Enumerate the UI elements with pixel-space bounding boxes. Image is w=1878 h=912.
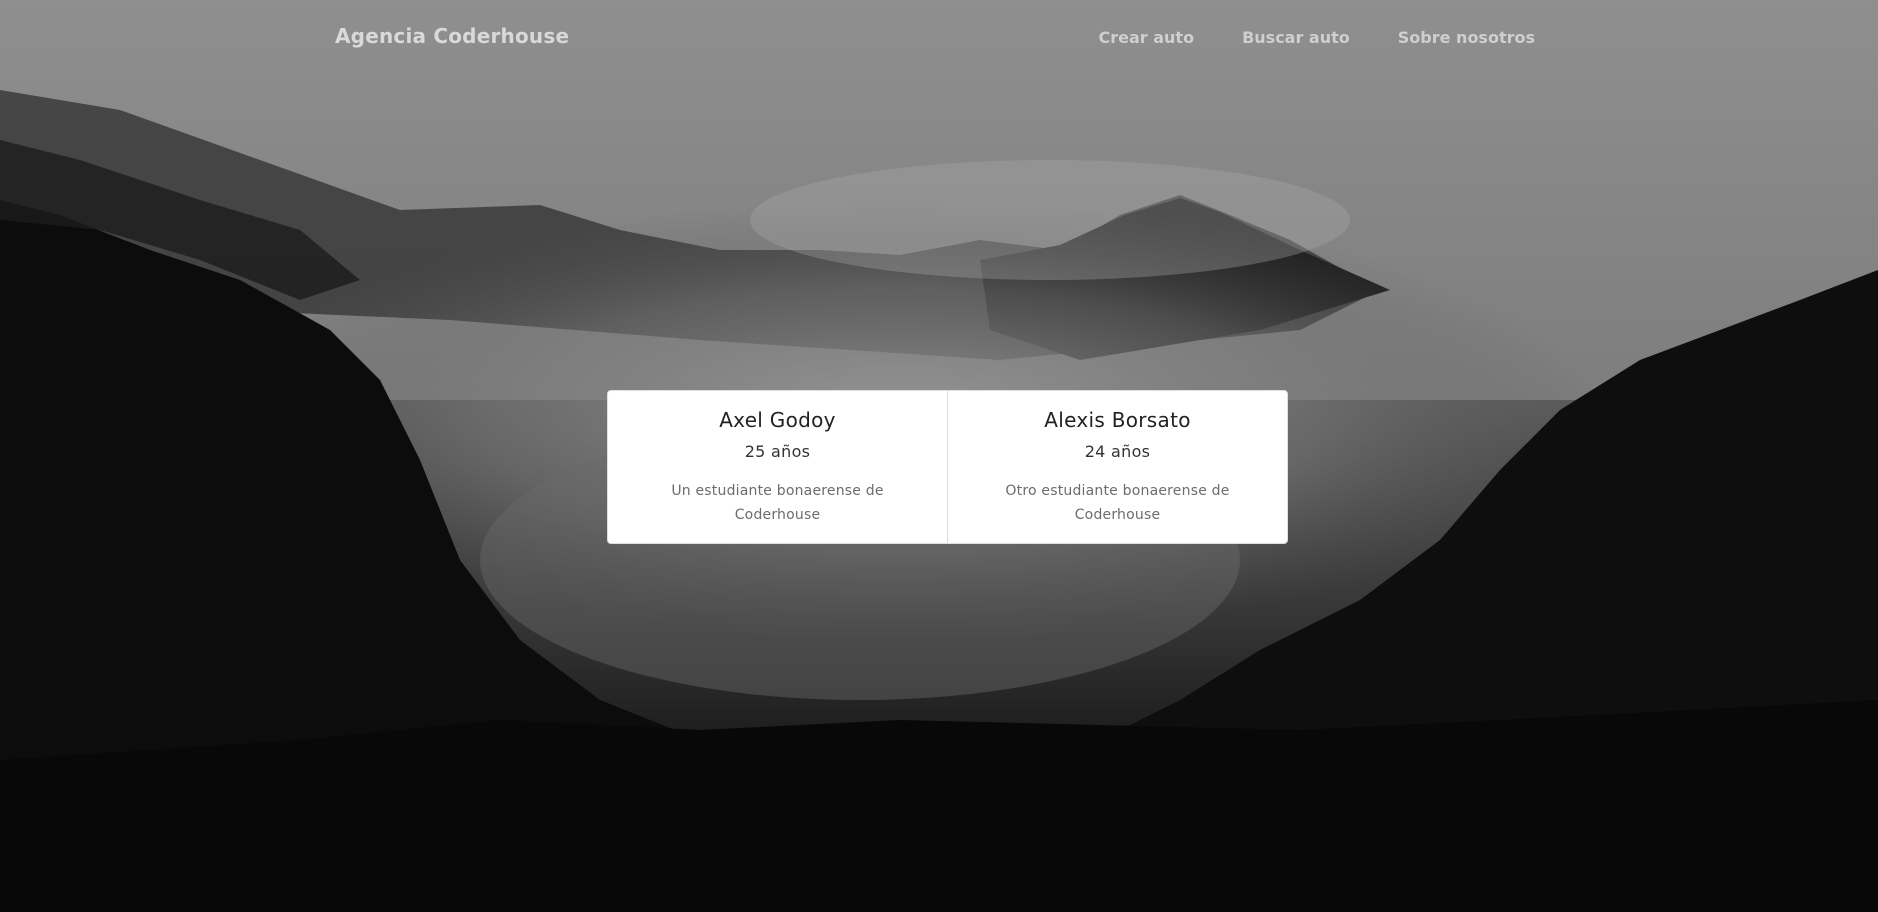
card-text: Un estudiante bonaerense de Coderhouse — [671, 483, 884, 523]
team-card: Axel Godoy 25 años Un estudiante bonaere… — [608, 391, 947, 543]
card-title: Alexis Borsato — [1044, 408, 1191, 432]
card-text: Otro estudiante bonaerense de Coderhouse — [1005, 483, 1230, 523]
nav-link-crear-auto[interactable]: Crear auto — [1099, 28, 1195, 47]
team-card: Alexis Borsato 24 años Otro estudiante b… — [947, 391, 1287, 543]
brand-link[interactable]: Agencia Coderhouse — [335, 24, 569, 48]
team-card-group: Axel Godoy 25 años Un estudiante bonaere… — [607, 390, 1288, 544]
page: Agencia Coderhouse Crear auto Buscar aut… — [0, 0, 1878, 912]
card-subtitle: 25 años — [744, 442, 811, 461]
nav-link-buscar-auto[interactable]: Buscar auto — [1242, 28, 1350, 47]
card-subtitle: 24 años — [1084, 442, 1151, 461]
nav-links: Crear auto Buscar auto Sobre nosotros — [1099, 28, 1536, 47]
card-title: Axel Godoy — [719, 408, 836, 432]
nav-link-sobre-nosotros[interactable]: Sobre nosotros — [1398, 28, 1535, 47]
navbar: Agencia Coderhouse Crear auto Buscar aut… — [0, 0, 1878, 76]
